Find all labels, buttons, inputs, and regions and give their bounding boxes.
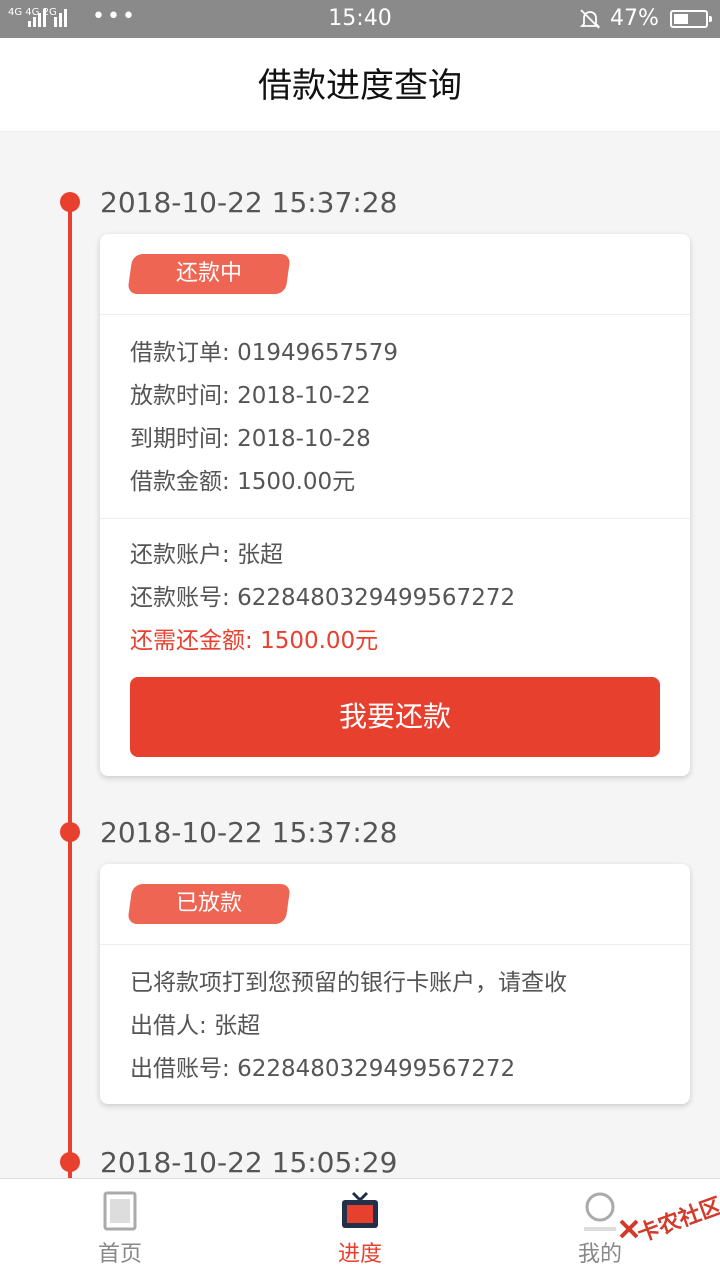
lender-account-value: 6228480329499567272 xyxy=(237,1056,516,1082)
repay-account-number-row: 还款账号: 6228480329499567272 xyxy=(130,585,516,611)
status-badge-label: 已放款 xyxy=(175,891,242,916)
tab-progress-label: 进度 xyxy=(337,1242,382,1267)
due-label: 到期时间 xyxy=(130,426,222,452)
home-icon xyxy=(103,1191,137,1231)
timeline-timestamp: 2018-10-22 15:05:29 xyxy=(100,1146,398,1178)
order-value: 01949657579 xyxy=(237,340,399,366)
status-badge: 已放款 xyxy=(127,884,291,924)
due-value: 2018-10-28 xyxy=(237,426,371,452)
page-title: 借款进度查询 xyxy=(258,66,462,106)
disbursed-card: 已放款 已将款项打到您预留的银行卡账户，请查收 出借人: 张超 出借账号: 62… xyxy=(100,864,690,1104)
timeline-dot xyxy=(60,192,80,212)
battery-icon xyxy=(670,10,712,28)
account-no-label: 还款账号 xyxy=(130,585,222,611)
tab-progress[interactable]: 进度 xyxy=(240,1179,480,1280)
loan-amount-row: 借款金额: 1500.00元 xyxy=(130,469,356,495)
timeline-dot xyxy=(60,1152,80,1172)
lender-row: 出借人: 张超 xyxy=(130,1013,261,1039)
remaining-label: 还需还金额 xyxy=(130,628,245,654)
remaining-value: 1500.00元 xyxy=(260,628,379,654)
timeline-dot xyxy=(60,822,80,842)
battery-percent: 47% xyxy=(610,6,659,31)
status-bar: 4G 4G 2G ••• 15:40 47% xyxy=(0,0,720,38)
order-row: 借款订单: 01949657579 xyxy=(130,340,399,366)
lender-account-label: 出借账号 xyxy=(130,1056,222,1082)
account-no-value: 6228480329499567272 xyxy=(237,585,516,611)
disbursed-message: 已将款项打到您预留的银行卡账户，请查收 xyxy=(130,970,567,996)
disburse-time-row: 放款时间: 2018-10-22 xyxy=(130,383,371,409)
disburse-label: 放款时间 xyxy=(130,383,222,409)
lender-label: 出借人 xyxy=(130,1013,199,1039)
lender-account-row: 出借账号: 6228480329499567272 xyxy=(130,1056,516,1082)
account-name-value: 张超 xyxy=(237,542,284,568)
divider xyxy=(100,518,690,519)
repay-account-name-row: 还款账户: 张超 xyxy=(130,542,284,568)
progress-timeline[interactable]: 2018-10-22 15:37:28 还款中 借款订单: 0194965757… xyxy=(0,152,720,1178)
timeline-timestamp: 2018-10-22 15:37:28 xyxy=(100,186,398,219)
nav-header: 借款进度查询 xyxy=(0,38,720,132)
amount-value: 1500.00元 xyxy=(237,469,356,495)
watermark-logo: 卡农社区 xyxy=(610,1188,720,1260)
account-name-label: 还款账户 xyxy=(130,542,222,568)
amount-label: 借款金额 xyxy=(130,469,222,495)
watermark-text: 卡农社区 xyxy=(634,1193,720,1248)
repayment-card: 还款中 借款订单: 01949657579 放款时间: 2018-10-22 到… xyxy=(100,234,690,776)
disburse-value: 2018-10-22 xyxy=(237,383,371,409)
divider xyxy=(100,314,690,315)
repay-button[interactable]: 我要还款 xyxy=(130,677,660,757)
lender-value: 张超 xyxy=(214,1013,261,1039)
order-label: 借款订单 xyxy=(130,340,222,366)
timeline-timestamp: 2018-10-22 15:37:28 xyxy=(100,816,398,849)
progress-tv-icon xyxy=(342,1191,378,1228)
divider xyxy=(100,944,690,945)
timeline-line xyxy=(68,200,72,1178)
bell-muted-icon xyxy=(579,9,601,29)
remaining-amount-row: 还需还金额: 1500.00元 xyxy=(130,628,379,654)
status-badge: 还款中 xyxy=(127,254,291,294)
due-time-row: 到期时间: 2018-10-28 xyxy=(130,426,371,452)
tab-home-label: 首页 xyxy=(97,1242,142,1267)
tab-home[interactable]: 首页 xyxy=(0,1179,240,1280)
status-badge-label: 还款中 xyxy=(175,261,242,286)
